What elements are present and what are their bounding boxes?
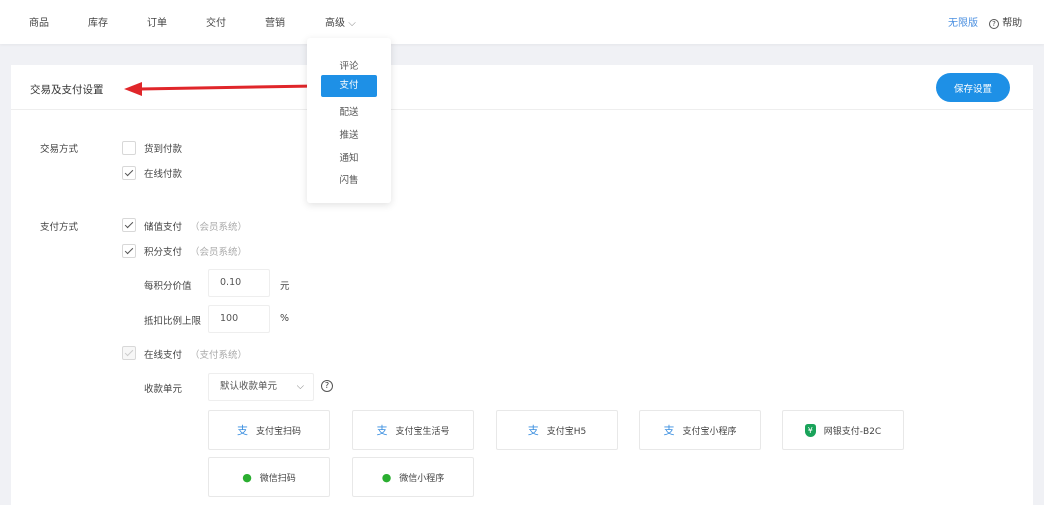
menu-item-flash-sale[interactable]: 闪售 bbox=[307, 172, 391, 186]
arrow-line bbox=[139, 84, 317, 91]
menu-item-payment[interactable]: 支付 bbox=[321, 75, 377, 97]
menu-item-notify[interactable]: 通知 bbox=[307, 150, 391, 164]
arrow-head bbox=[124, 82, 142, 96]
advanced-dropdown-menu: 评论 支付 配送 推送 通知 闪售 bbox=[307, 38, 391, 203]
menu-item-push[interactable]: 推送 bbox=[307, 127, 391, 141]
menu-item-shipping[interactable]: 配送 bbox=[307, 104, 391, 118]
menu-item-reviews[interactable]: 评论 bbox=[307, 58, 391, 72]
annotation-arrow bbox=[124, 82, 317, 96]
